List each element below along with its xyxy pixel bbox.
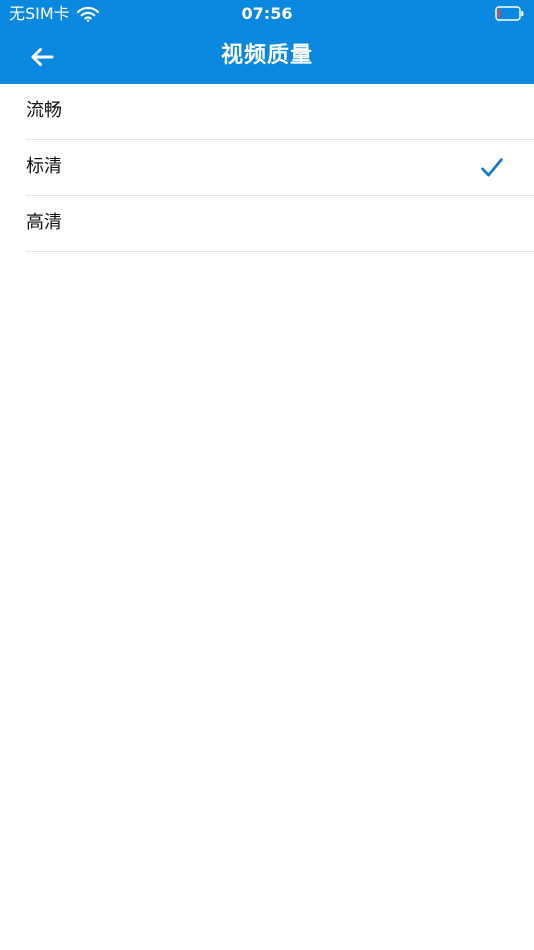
app-header: 无SIM卡 07:56 视频质量 [0,0,534,84]
battery-icon [495,6,524,21]
quality-option-label: 流畅 [26,100,62,121]
quality-option-label: 标清 [26,156,62,177]
page-title: 视频质量 [220,43,313,68]
video-quality-screen: 无SIM卡 07:56 视频质量 流畅 标清 高清 [0,0,534,950]
video-quality-options: 流畅 标清 高清 [0,84,534,252]
quality-option-standard[interactable]: 标清 [0,140,534,196]
status-time: 07:56 [241,4,293,23]
quality-option-high[interactable]: 高清 [0,196,534,252]
check-icon [481,158,503,177]
status-bar: 无SIM卡 07:56 [0,0,534,28]
quality-option-smooth[interactable]: 流畅 [0,84,534,140]
quality-option-label: 高清 [26,212,62,233]
navigation-bar: 视频质量 [0,28,534,84]
battery-level-fill [498,9,500,18]
